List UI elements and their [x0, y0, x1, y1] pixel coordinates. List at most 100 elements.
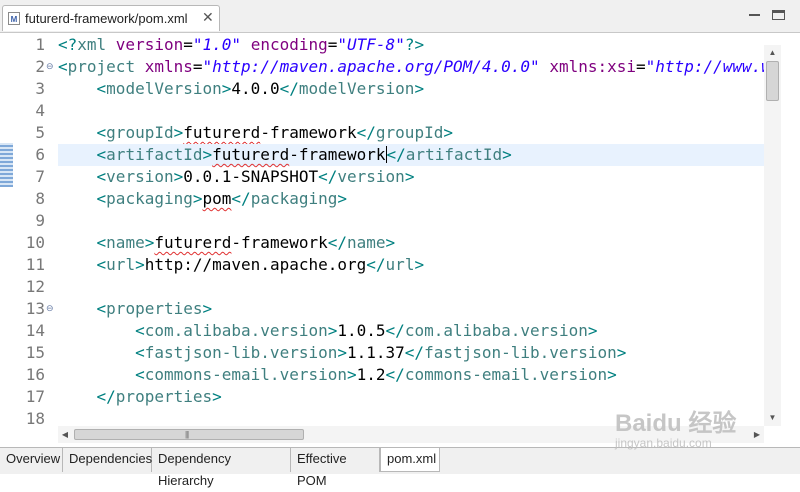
code-line[interactable]: <version>0.0.1-SNAPSHOT</version> — [58, 166, 764, 188]
code-area[interactable]: <?xml version="1.0" encoding="UTF-8"?> <p… — [58, 33, 764, 426]
scroll-down-arrow-icon[interactable]: ▼ — [764, 410, 781, 426]
page-tab-pom-xml[interactable]: pom.xml — [380, 448, 440, 472]
code-token: > — [385, 233, 396, 252]
code-token: > — [221, 79, 232, 98]
code-token: -framework — [260, 123, 357, 142]
code-line[interactable]: <?xml version="1.0" encoding="UTF-8"?> — [58, 34, 764, 56]
code-token: > — [192, 189, 203, 208]
line-number: 15 — [25, 343, 45, 362]
code-token: encoding — [250, 35, 328, 54]
scroll-up-arrow-icon[interactable]: ▲ — [764, 45, 781, 61]
code-line[interactable]: <project xmlns="http://maven.apache.org/… — [58, 56, 764, 78]
code-token: packaging — [250, 189, 338, 208]
code-token: > — [414, 255, 425, 274]
line-number: 4 — [35, 101, 45, 120]
code-token: > — [337, 343, 347, 362]
code-token: 4.0.0 — [231, 79, 280, 98]
code-line[interactable]: <fastjson-lib.version>1.1.37</fastjson-l… — [58, 342, 764, 364]
code-token: </ — [385, 365, 405, 384]
code-line[interactable] — [58, 276, 764, 298]
line-number: 2 — [35, 57, 45, 76]
code-token: name — [347, 233, 386, 252]
scroll-left-arrow-icon[interactable]: ◀ — [58, 426, 72, 443]
line-number-gutter: 1 2 ⊖ 3 4 5 6 7 8 9 10 11 12 13 ⊖ 14 15 16 17 18 — [16, 33, 58, 448]
horizontal-scroll-thumb[interactable]: ||| — [74, 429, 304, 440]
page-tab-dependencies[interactable]: Dependencies — [63, 448, 152, 472]
line-number: 16 — [25, 365, 45, 384]
code-line[interactable] — [58, 100, 764, 122]
code-token: -framework — [231, 233, 328, 252]
code-token: commons-email.version — [404, 365, 608, 384]
code-token: 0.0.1-SNAPSHOT — [183, 167, 319, 186]
line-number: 17 — [25, 387, 45, 406]
code-token: groupId — [106, 123, 174, 142]
code-line[interactable]: <name>futurerd-framework</name> — [58, 232, 764, 254]
page-tab-dependency-hierarchy[interactable]: Dependency Hierarchy — [152, 448, 291, 488]
code-line[interactable]: <com.alibaba.version>1.0.5</com.alibaba.… — [58, 320, 764, 342]
code-line-current[interactable]: <artifactId>futurerd-framework</artifact… — [58, 144, 764, 166]
code-token: fastjson-lib.version — [144, 343, 338, 362]
code-token: > — [414, 79, 425, 98]
page-tab-effective-pom[interactable]: Effective POM — [291, 448, 380, 488]
code-token: </ — [96, 387, 116, 406]
code-line[interactable]: <groupId>futurerd-framework</groupId> — [58, 122, 764, 144]
overview-ruler-left — [0, 33, 16, 448]
code-token: version — [115, 35, 184, 54]
code-token: xmlns:xsi — [549, 57, 637, 76]
vertical-scrollbar[interactable]: ▲ ▼ — [764, 45, 781, 426]
code-token: < — [96, 123, 107, 142]
code-token: artifactId — [106, 145, 203, 164]
code-line[interactable]: <properties> — [58, 298, 764, 320]
code-token: > — [202, 299, 213, 318]
vertical-scroll-thumb[interactable] — [766, 61, 779, 101]
watermark-subtext: jingyan.baidu.com — [615, 436, 712, 450]
minimize-icon[interactable] — [748, 10, 761, 20]
code-token: > — [144, 233, 155, 252]
code-token: fastjson-lib.version — [424, 343, 617, 362]
watermark-text: Baidu 经验 — [615, 410, 737, 437]
code-token: modelVersion — [298, 79, 415, 98]
code-line[interactable]: <packaging>pom</packaging> — [58, 188, 764, 210]
code-line[interactable]: <commons-email.version>1.2</commons-emai… — [58, 364, 764, 386]
code-token: < — [96, 233, 107, 252]
line-number: 1 — [35, 35, 45, 54]
code-line[interactable] — [58, 210, 764, 232]
line-number: 5 — [35, 123, 45, 142]
code-token: = — [636, 57, 646, 76]
code-line[interactable]: <modelVersion>4.0.0</modelVersion> — [58, 78, 764, 100]
code-token: = — [192, 57, 203, 76]
collapse-fold-icon[interactable]: ⊖ — [46, 304, 54, 314]
code-token: </ — [356, 123, 376, 142]
code-token: > — [443, 123, 453, 142]
code-token: > — [135, 255, 145, 274]
code-token: </ — [231, 189, 251, 208]
code-line[interactable]: <url>http://maven.apache.org</url> — [58, 254, 764, 276]
code-token: com.alibaba.version — [404, 321, 588, 340]
editor-tab-pom-xml[interactable]: M futurerd-framework/pom.xml ✕ — [2, 5, 220, 31]
code-token: ?> — [404, 35, 425, 54]
spelling-error-token: pom — [202, 189, 232, 208]
code-token: version — [106, 167, 174, 186]
code-token: </ — [404, 343, 425, 362]
code-token: < — [135, 343, 145, 362]
code-token: xml — [77, 35, 116, 54]
code-token: > — [587, 321, 598, 340]
collapse-fold-icon[interactable]: ⊖ — [46, 62, 54, 72]
close-icon[interactable]: ✕ — [202, 9, 214, 26]
scroll-right-arrow-icon[interactable]: ▶ — [750, 426, 764, 443]
code-token: < — [96, 189, 107, 208]
maximize-icon[interactable] — [772, 10, 785, 20]
xml-source-editor[interactable]: 1 2 ⊖ 3 4 5 6 7 8 9 10 11 12 13 ⊖ 14 15 16 17 18 <?xml vers… — [0, 32, 800, 448]
code-token: < — [58, 57, 68, 76]
line-number: 13 — [25, 299, 45, 318]
line-number: 6 — [35, 145, 45, 164]
page-tab-overview[interactable]: Overview — [0, 448, 63, 472]
